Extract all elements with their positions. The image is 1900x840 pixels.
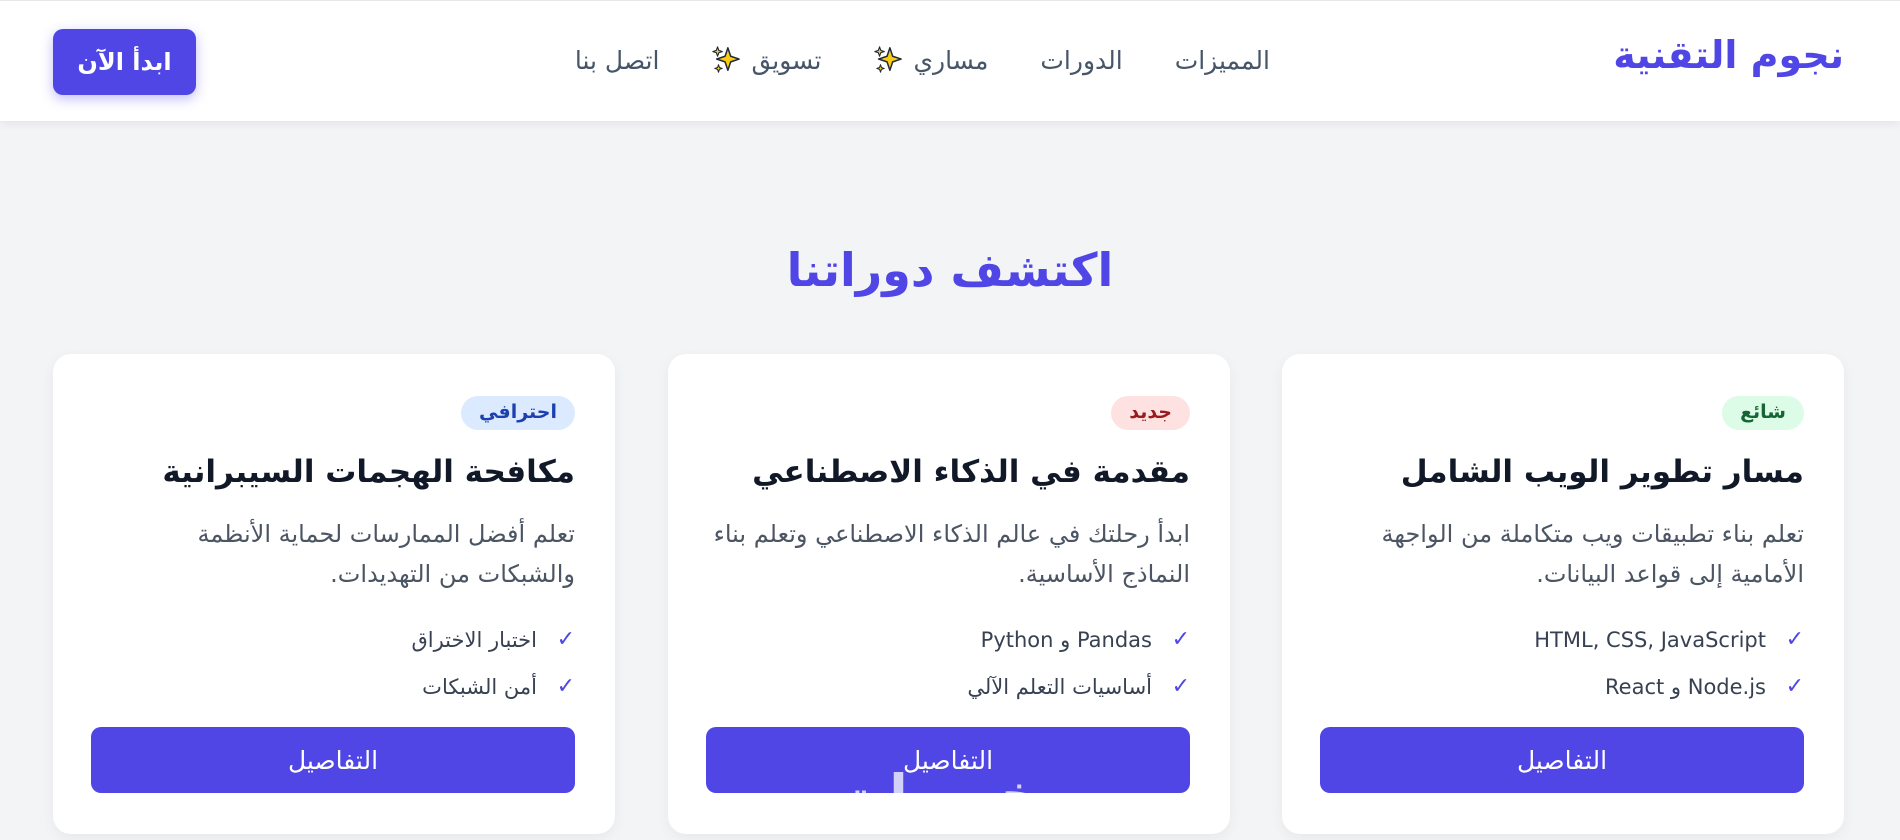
sparkles-icon <box>712 46 741 73</box>
feature-label: أساسيات التعلم الآلي <box>967 674 1152 699</box>
course-title: مقدمة في الذكاء الاصطناعي <box>752 454 1190 490</box>
check-icon: ✓ <box>556 627 575 652</box>
feature-list: ✓ Pandas و Python ✓ أساسيات التعلم الآلي <box>967 616 1190 710</box>
nav-item-my-path[interactable]: مساري <box>873 45 988 75</box>
sparkles-icon <box>874 46 903 73</box>
nav-label: اتصل بنا <box>574 45 660 75</box>
course-description: ابدأ رحلتك في عالم الذكاء الاصطناعي وتعل… <box>713 520 1190 588</box>
page: نجوم التقنية المميزات الدورات مساري تسوي… <box>0 0 1900 840</box>
badge-new: جديد <box>1111 396 1190 430</box>
check-icon: ✓ <box>1171 674 1190 699</box>
course-title: مكافحة الهجمات السيبرانية <box>162 454 575 490</box>
course-card-web-dev: شائع مسار تطوير الويب الشامل تعلم بناء ت… <box>1282 354 1844 834</box>
feature-item: ✓ Pandas و Python <box>967 616 1190 663</box>
feature-list: ✓ اختبار الاختراق ✓ أمن الشبكات <box>411 616 575 710</box>
course-card-ai: جديد مقدمة في الذكاء الاصطناعي ابدأ رحلت… <box>668 354 1230 834</box>
badge-professional: احترافي <box>461 396 575 430</box>
feature-item: ✓ أمن الشبكات <box>411 663 575 710</box>
section-title: اكتشف دوراتنا <box>786 242 1114 297</box>
brand-logo[interactable]: نجوم التقنية <box>1613 33 1844 77</box>
course-description: تعلم بناء تطبيقات ويب متكاملة من الواجهة… <box>1381 520 1804 588</box>
feature-label: Node.js و React <box>1605 674 1766 699</box>
feature-item: ✓ HTML, CSS, JavaScript <box>1534 616 1804 663</box>
feature-label: HTML, CSS, JavaScript <box>1534 627 1766 652</box>
feature-list: ✓ HTML, CSS, JavaScript ✓ Node.js و Reac… <box>1534 616 1804 710</box>
start-now-button[interactable]: ابدأ الآن <box>53 29 196 95</box>
feature-label: اختبار الاختراق <box>411 627 537 652</box>
course-card-cybersecurity: احترافي مكافحة الهجمات السيبرانية تعلم أ… <box>53 354 615 834</box>
course-description: تعلم أفضل الممارسات لحماية الأنظمة والشب… <box>197 520 575 588</box>
check-icon: ✓ <box>1785 674 1804 699</box>
feature-label: Pandas و Python <box>980 627 1152 652</box>
course-title: مسار تطوير الويب الشامل <box>1400 454 1804 490</box>
feature-item: ✓ أساسيات التعلم الآلي <box>967 663 1190 710</box>
feature-item: ✓ اختبار الاختراق <box>411 616 575 663</box>
nav-item-features[interactable]: المميزات <box>1175 45 1270 75</box>
feature-item: ✓ Node.js و React <box>1534 663 1804 710</box>
site-header: نجوم التقنية المميزات الدورات مساري تسوي… <box>0 0 1900 121</box>
watermark: خمسات <box>835 763 1040 826</box>
nav-label: الدورات <box>1040 45 1123 75</box>
nav-item-contact[interactable]: اتصل بنا <box>575 45 660 75</box>
feature-label: أمن الشبكات <box>422 674 537 699</box>
check-icon: ✓ <box>1171 627 1190 652</box>
check-icon: ✓ <box>1785 627 1804 652</box>
nav-label: مساري <box>913 45 989 75</box>
badge-popular: شائع <box>1722 396 1804 430</box>
nav-item-marketing[interactable]: تسويق <box>711 45 821 75</box>
details-button[interactable]: التفاصيل <box>91 727 575 793</box>
nav-label: المميزات <box>1174 45 1270 75</box>
details-button[interactable]: التفاصيل <box>1320 727 1804 793</box>
check-icon: ✓ <box>556 674 575 699</box>
main-nav: المميزات الدورات مساري تسويق اتصل بنا <box>575 45 1270 75</box>
nav-item-courses[interactable]: الدورات <box>1040 45 1122 75</box>
nav-label: تسويق <box>751 45 822 75</box>
